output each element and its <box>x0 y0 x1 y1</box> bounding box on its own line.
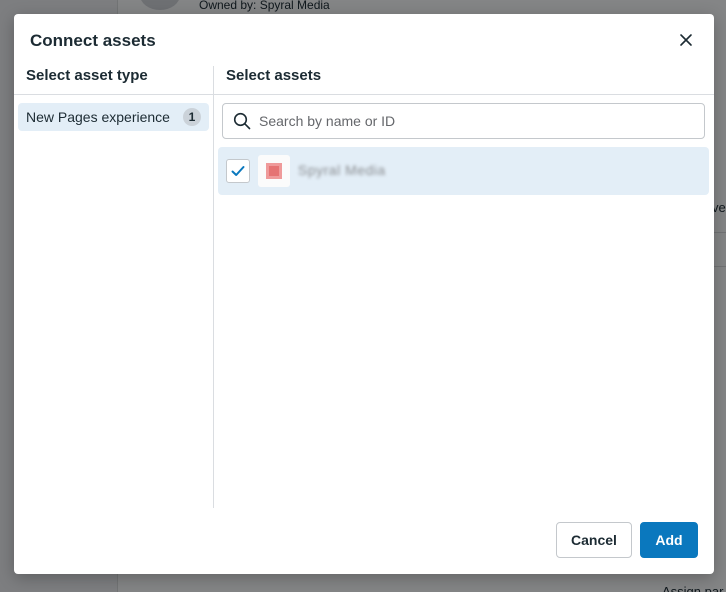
search-input[interactable] <box>259 104 699 138</box>
column-divider <box>213 66 214 508</box>
asset-type-item-new-pages[interactable]: New Pages experience 1 <box>18 103 209 131</box>
asset-checkbox[interactable] <box>226 159 250 183</box>
page-thumbnail <box>258 155 290 187</box>
search-icon <box>233 112 251 130</box>
close-button[interactable] <box>674 28 698 52</box>
connect-assets-dialog: Connect assets Select asset type Select … <box>14 14 714 574</box>
dialog-title: Connect assets <box>30 31 156 50</box>
add-button[interactable]: Add <box>640 522 698 558</box>
cancel-button[interactable]: Cancel <box>556 522 632 558</box>
assets-header: Select assets <box>226 67 322 84</box>
checkmark-icon <box>231 166 245 176</box>
asset-name: Spyral Media <box>298 162 386 178</box>
asset-type-count-badge: 1 <box>183 108 201 126</box>
asset-row[interactable]: Spyral Media <box>218 147 709 195</box>
asset-type-label: New Pages experience <box>26 109 170 125</box>
header-divider <box>14 94 714 95</box>
asset-type-header: Select asset type <box>26 67 148 84</box>
search-box[interactable] <box>222 103 705 139</box>
close-icon <box>680 34 692 46</box>
